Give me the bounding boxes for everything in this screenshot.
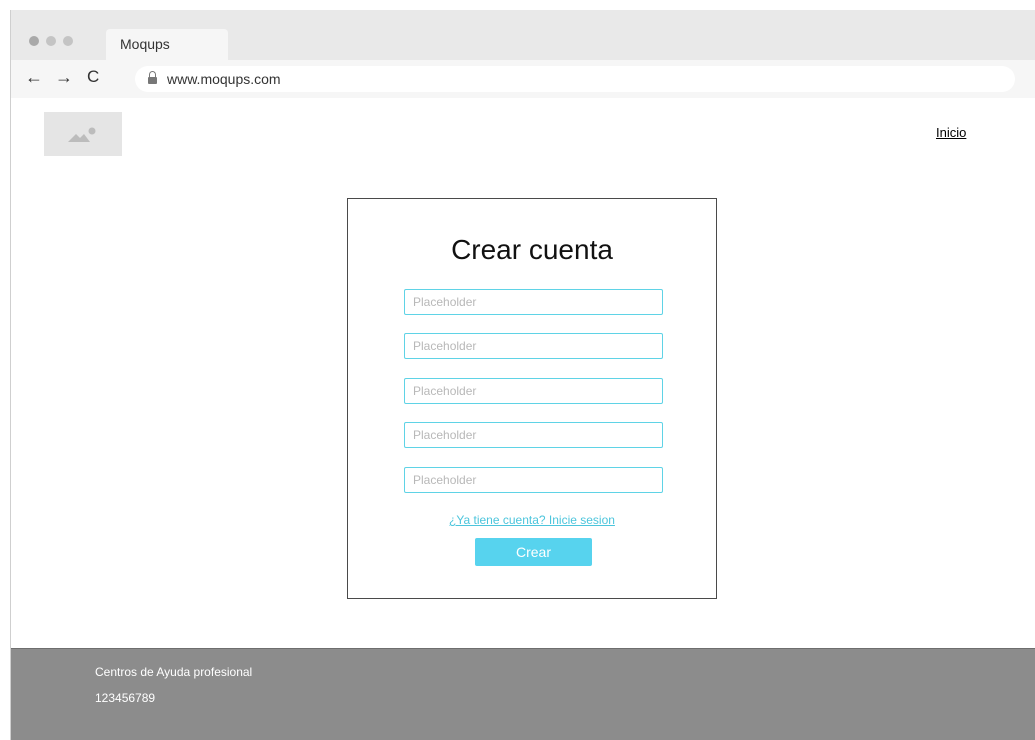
nav-link-inicio[interactable]: Inicio [936,125,966,140]
signup-card: Crear cuenta ¿Ya tiene cuenta? Inicie se… [347,198,717,599]
footer-help-text: Centros de Ayuda profesional [95,665,253,679]
tab-bar: Moqups [11,10,1035,60]
close-window-dot[interactable] [29,36,39,46]
address-bar[interactable]: www.moqups.com [135,66,1015,92]
lock-icon [148,71,157,84]
input-field-4[interactable] [404,422,663,448]
form-title: Crear cuenta [451,234,613,265]
logo-image-placeholder [44,112,122,156]
back-arrow-icon[interactable]: ← [25,67,43,87]
footer-phone: 123456789 [95,691,156,705]
tab-title: Moqups [120,36,170,52]
forward-arrow-icon[interactable]: → [55,67,73,87]
create-button[interactable]: Crear [475,538,592,566]
input-field-2[interactable] [404,333,663,359]
minimize-window-dot[interactable] [46,36,56,46]
image-icon [68,127,96,142]
browser-tab[interactable]: Moqups [106,29,228,60]
browser-window: Moqups ← → C www.moqups.com Inicio Crear… [10,10,1035,740]
input-field-5[interactable] [404,467,663,493]
address-bar-row: ← → C www.moqups.com [11,60,1035,98]
input-field-3[interactable] [404,378,663,404]
reload-icon[interactable]: C [87,67,99,87]
footer: Centros de Ayuda profesional 123456789 [11,648,1035,740]
window-controls [29,36,73,46]
input-field-1[interactable] [404,289,663,315]
url-text: www.moqups.com [167,71,281,87]
login-link[interactable]: ¿Ya tiene cuenta? Inicie sesion [348,513,716,527]
maximize-window-dot[interactable] [63,36,73,46]
